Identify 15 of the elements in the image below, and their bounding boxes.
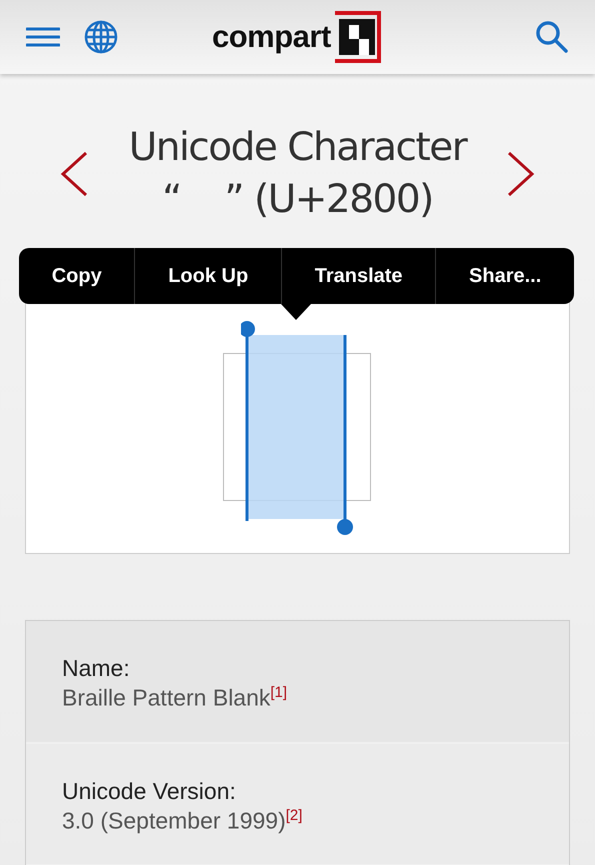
page-title: Unicode Character: [128, 124, 466, 172]
logo-text[interactable]: compart: [212, 19, 331, 55]
property-label: Name:: [62, 655, 131, 682]
menu-item[interactable]: Share...: [436, 248, 574, 304]
property-label: Unicode Version:: [62, 778, 237, 805]
menu-item[interactable]: Copy: [19, 248, 136, 304]
property-value: 3.0 (September 1999)$^{[2]}$: [62, 806, 304, 834]
menu-item[interactable]: Look Up: [135, 248, 282, 304]
page-title: “ ” (U+2800): [162, 176, 433, 224]
logo-mark-icon[interactable]: [334, 11, 381, 63]
menu-icon[interactable]: [26, 27, 60, 47]
property-value: Braille Pattern Blank$^{[1]}$: [62, 684, 288, 712]
search-icon[interactable]: [535, 20, 569, 54]
globe-icon[interactable]: [84, 20, 118, 54]
text-selection-drawing[interactable]: [241, 321, 353, 537]
